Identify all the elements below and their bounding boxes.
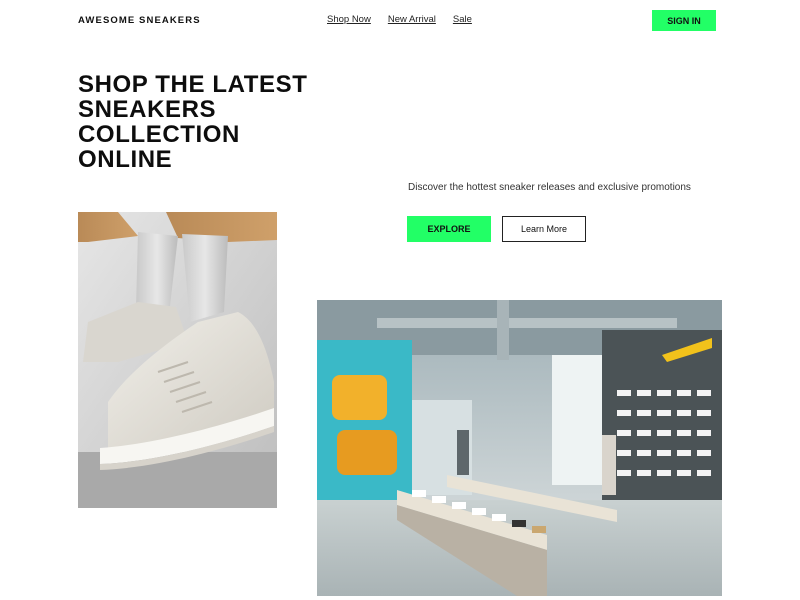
main-nav: Shop Now New Arrival Sale [327, 14, 472, 25]
hero-title: SHOP THE LATEST SNEAKERS COLLECTION ONLI… [78, 71, 308, 173]
learn-more-button[interactable]: Learn More [502, 216, 586, 242]
brand-logo[interactable]: AWESOME SNEAKERS [78, 15, 201, 26]
nav-sale[interactable]: Sale [453, 14, 472, 25]
sneaker-store-image [317, 300, 722, 596]
explore-button[interactable]: EXPLORE [407, 216, 491, 242]
hero-subtitle: Discover the hottest sneaker releases an… [408, 182, 691, 193]
sign-in-button[interactable]: SIGN IN [652, 10, 716, 31]
sneaker-closeup-image [78, 212, 277, 508]
nav-shop-now[interactable]: Shop Now [327, 14, 371, 25]
nav-new-arrival[interactable]: New Arrival [388, 14, 436, 25]
